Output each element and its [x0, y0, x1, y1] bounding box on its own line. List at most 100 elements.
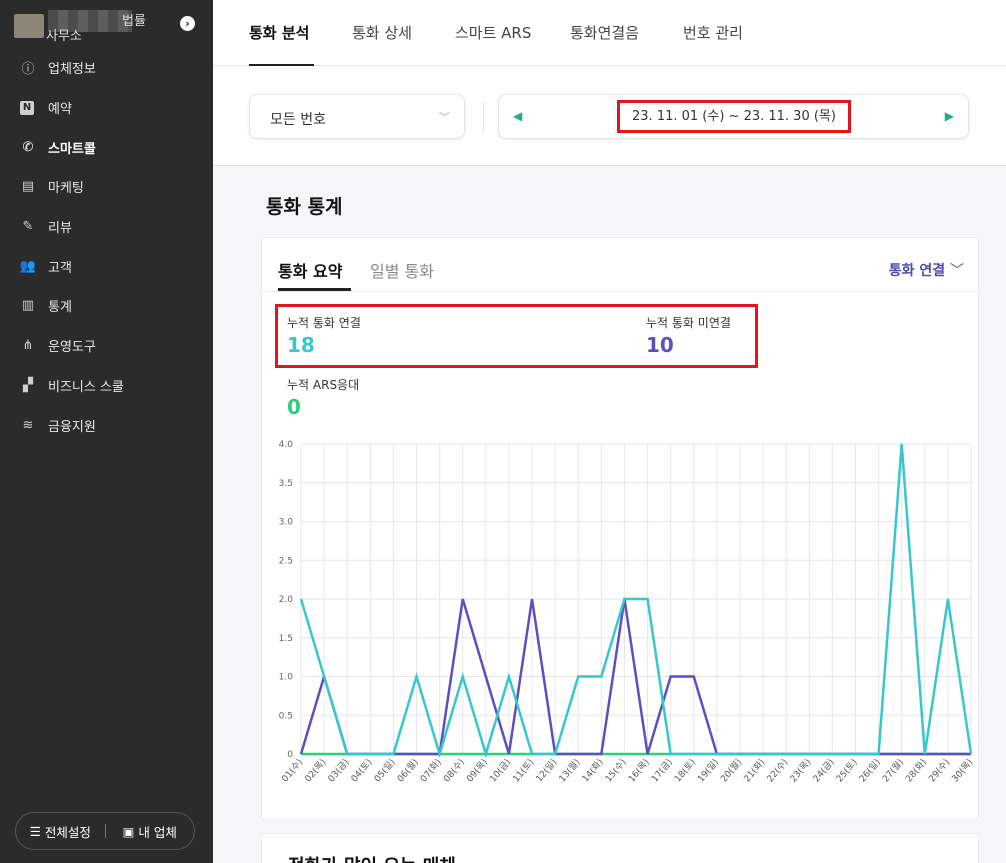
sidebar-item[interactable]: 👥 고객: [0, 246, 213, 286]
x-tick-label: 20(월): [718, 756, 744, 784]
divider: [262, 291, 978, 292]
my-business-button[interactable]: ▣ 내 업체: [106, 822, 195, 841]
y-tick-label: 1.5: [279, 634, 293, 644]
x-tick-label: 18(토): [673, 758, 698, 785]
top-media-title: 전화가 많이 오는 매체: [288, 852, 456, 863]
stat-connected-label: 누적 통화 연결: [287, 316, 361, 330]
x-tick-label: 09(목): [464, 757, 490, 785]
x-tick-label: 08(수): [441, 757, 467, 785]
sidebar-item[interactable]: ▤ 마케팅: [0, 167, 213, 207]
tab-call-analysis[interactable]: 통화 분석: [249, 22, 309, 43]
tab-number-management[interactable]: 번호 관리: [683, 22, 743, 43]
y-tick-label: 3.5: [279, 479, 293, 489]
x-tick-label: 13(월): [556, 756, 582, 784]
section-title: 통화 통계: [266, 196, 343, 218]
x-tick-label: 04(토): [350, 758, 375, 785]
date-range-label[interactable]: 23. 11. 01 (수) ~ 23. 11. 30 (목): [617, 100, 851, 133]
store-icon: ▣: [122, 823, 135, 839]
sidebar-item[interactable]: ▞ 비즈니스 스쿨: [0, 366, 213, 406]
x-tick-label: 29(수): [927, 757, 953, 785]
sidebar-item[interactable]: ⓘ 업체정보: [0, 48, 213, 88]
x-tick-label: 01(수): [280, 757, 306, 785]
sidebar-item-label: 리뷰: [48, 221, 72, 237]
sidebar-item[interactable]: ✆ 스마트콜: [0, 127, 213, 167]
subtab-call-summary[interactable]: 통화 요약: [278, 258, 342, 282]
brand[interactable]: 법률 사무소 ›: [14, 8, 204, 44]
x-tick-label: 30(목): [950, 757, 976, 785]
stat-ars-label: 누적 ARS응대: [287, 378, 360, 392]
chevron-down-icon: ﹀: [439, 111, 450, 124]
stat-missed-value: 10: [646, 333, 674, 357]
sidebar-item[interactable]: N 예약: [0, 88, 213, 128]
brand-name-line1: 법률: [122, 14, 146, 29]
pencil-icon: ✎: [22, 219, 34, 235]
sidebar-item[interactable]: ▥ 통계: [0, 286, 213, 326]
sidebar-item-label: 금융지원: [48, 419, 96, 435]
tab-ringback[interactable]: 통화연결음: [570, 22, 639, 43]
steps-icon: ▞: [23, 377, 33, 393]
y-tick-label: 3.0: [279, 518, 294, 528]
call-line-chart: 0 0.5 1.0 1.5 2.0 2.5 3.0 3.5 4.0 01(수)02(목)03(금)…: [279, 440, 976, 785]
y-tick-label: 4.0: [279, 440, 294, 450]
divider: [483, 102, 484, 132]
business-logo: [14, 14, 44, 38]
x-tick-label: 10(금): [488, 757, 514, 785]
stat-missed: 누적 통화 미연결 10: [646, 314, 731, 357]
info-icon: ⓘ: [21, 62, 35, 78]
top-media-card: 전화가 많이 오는 매체: [261, 833, 979, 863]
tab-smart-ars[interactable]: 스마트 ARS: [455, 22, 531, 43]
stat-ars: 누적 ARS응대 0: [287, 376, 359, 419]
x-tick-label: 05(일): [372, 757, 398, 785]
x-tick-label: 16(목): [626, 757, 652, 785]
tab-call-detail[interactable]: 통화 상세: [352, 22, 412, 43]
expand-arrow-icon[interactable]: ›: [180, 16, 195, 31]
menu-icon: ☰: [29, 823, 41, 839]
call-type-dropdown[interactable]: 통화 연결 ﹀: [889, 260, 964, 280]
sidebar-item[interactable]: ≋ 금융지원: [0, 405, 213, 445]
settings-label: 전체설정: [44, 824, 91, 840]
sidebar-bottom-bar: ☰ 전체설정 ▣ 내 업체: [15, 812, 195, 850]
chevron-down-icon: ﹀: [950, 263, 964, 279]
x-tick-label: 24(금): [811, 757, 837, 785]
stat-connected-value: 18: [287, 333, 315, 357]
x-tick-label: 21(화): [742, 757, 768, 785]
top-tab-bar: 통화 분석 통화 상세 스마트 ARS 통화연결음 번호 관리: [213, 0, 1006, 66]
subtab-daily-calls[interactable]: 일별 통화: [370, 258, 434, 282]
x-tick-label: 19(일): [696, 757, 722, 785]
next-period-icon[interactable]: ▶: [945, 109, 954, 123]
prev-period-icon[interactable]: ◀: [513, 109, 522, 123]
sidebar-item-label: 운영도구: [48, 340, 96, 356]
stat-missed-label: 누적 통화 미연결: [646, 316, 731, 330]
x-tick-label: 26(일): [857, 757, 883, 785]
sidebar-item-label: 업체정보: [48, 62, 96, 78]
x-tick-label: 15(수): [603, 757, 629, 785]
number-select[interactable]: 모든 번호 ﹀: [249, 94, 465, 139]
y-tick-label: 1.0: [279, 673, 294, 683]
x-tick-label: 03(금): [326, 757, 352, 785]
stats-icon: ▥: [21, 298, 35, 314]
stat-ars-value: 0: [287, 395, 301, 419]
y-tick-label: 2.0: [279, 595, 294, 605]
x-tick-label: 28(화): [903, 757, 929, 785]
naver-n-icon: N: [20, 100, 34, 115]
sidebar-item-label: 고객: [48, 260, 72, 276]
date-range-picker: ◀ 23. 11. 01 (수) ~ 23. 11. 30 (목) ▶: [498, 94, 969, 139]
y-tick-label: 0: [287, 750, 293, 760]
number-select-value: 모든 번호: [270, 112, 326, 128]
settings-button[interactable]: ☰ 전체설정: [16, 822, 105, 841]
sidebar: 법률 사무소 › ⓘ 업체정보 N 예약 ✆ 스마트콜 ▤ 마케팅 ✎ 리뷰 👥 고객 ▥ 통계 ⋔ 운영도구…: [0, 0, 213, 863]
x-tick-label: 02(목): [303, 757, 329, 785]
sidebar-nav: ⓘ 업체정보 N 예약 ✆ 스마트콜 ▤ 마케팅 ✎ 리뷰 👥 고객 ▥ 통계 ⋔ 운영도구 ▞ 비즈니스 스쿨 ≋…: [0, 48, 213, 445]
sidebar-item[interactable]: ⋔ 운영도구: [0, 326, 213, 366]
filter-row: 모든 번호 ﹀ ◀ 23. 11. 01 (수) ~ 23. 11. 30 (목…: [213, 66, 1006, 166]
sidebar-item-label: 스마트콜: [48, 141, 96, 157]
sidebar-item-label: 예약: [48, 102, 72, 118]
x-tick-label: 17(금): [649, 757, 675, 785]
stat-connected: 누적 통화 연결 18: [287, 314, 361, 357]
sidebar-item[interactable]: ✎ 리뷰: [0, 207, 213, 247]
sidebar-item-label: 비즈니스 스쿨: [48, 379, 124, 395]
marketing-icon: ▤: [21, 179, 35, 195]
x-tick-label: 14(화): [580, 757, 606, 785]
sidebar-item-label: 통계: [48, 300, 72, 316]
x-tick-label: 27(월): [880, 756, 906, 784]
